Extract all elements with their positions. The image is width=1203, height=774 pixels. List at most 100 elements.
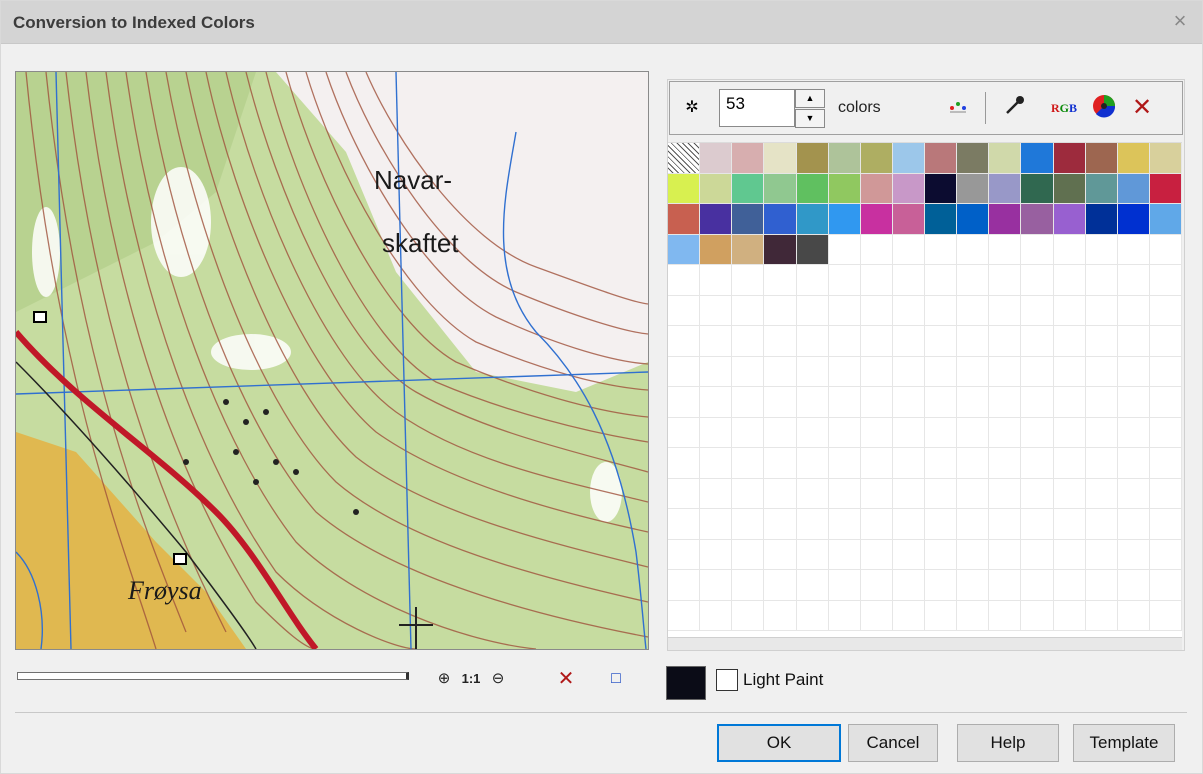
clear-selection-icon[interactable]: ✕ (555, 668, 577, 690)
template-button[interactable]: Template (1073, 724, 1175, 762)
palette-scrollbar[interactable] (668, 637, 1182, 650)
palette-color-swatch[interactable] (1053, 143, 1086, 174)
palette-color-swatch[interactable] (989, 143, 1022, 174)
palette-color-swatch[interactable] (860, 173, 893, 204)
palette-color-swatch[interactable] (1053, 173, 1086, 204)
stepper-up-icon[interactable]: ▲ (795, 89, 825, 108)
frame-icon[interactable]: □ (605, 668, 627, 690)
palette-color-swatch[interactable] (796, 234, 829, 265)
close-icon[interactable]: × (1166, 7, 1194, 35)
palette-color-swatch[interactable] (925, 143, 958, 174)
settings-gear-icon[interactable]: ✲ (678, 94, 706, 122)
palette-empty-cell (1053, 448, 1086, 479)
palette-color-swatch[interactable] (796, 173, 829, 204)
cancel-button[interactable]: Cancel (848, 724, 938, 762)
help-button[interactable]: Help (957, 724, 1059, 762)
palette-color-swatch[interactable] (764, 173, 797, 204)
palette-color-swatch[interactable] (764, 143, 797, 174)
palette-color-swatch[interactable] (700, 204, 733, 235)
palette-grid[interactable] (668, 142, 1182, 639)
palette-empty-cell (828, 234, 861, 265)
palette-color-swatch[interactable] (732, 234, 765, 265)
palette-color-swatch[interactable] (860, 143, 893, 174)
color-count-stepper[interactable]: ▲ ▼ (795, 89, 825, 128)
palette-color-swatch[interactable] (1117, 173, 1150, 204)
palette-color-swatch[interactable] (732, 204, 765, 235)
palette-color-swatch[interactable] (828, 143, 861, 174)
palette-color-swatch[interactable] (1085, 204, 1118, 235)
palette-empty-cell (1053, 509, 1086, 540)
palette-color-swatch[interactable] (1085, 173, 1118, 204)
palette-color-swatch[interactable] (925, 204, 958, 235)
palette-empty-cell (828, 417, 861, 448)
map-preview[interactable]: Navar- skaftet Frøysa (15, 71, 649, 650)
color-wheel-icon[interactable] (1090, 94, 1118, 122)
transparent-color-swatch[interactable] (668, 143, 701, 174)
palette-color-swatch[interactable] (989, 173, 1022, 204)
palette-dots-icon[interactable] (944, 94, 972, 122)
palette-color-swatch[interactable] (989, 204, 1022, 235)
eyedropper-icon[interactable] (1000, 94, 1028, 122)
rgb-icon[interactable]: RGB (1044, 94, 1084, 122)
palette-color-swatch[interactable] (764, 204, 797, 235)
palette-color-swatch[interactable] (892, 143, 925, 174)
map-label-navar: Navar- (374, 165, 452, 195)
palette-empty-cell (925, 448, 958, 479)
palette-color-swatch[interactable] (796, 204, 829, 235)
palette-empty-cell (764, 478, 797, 509)
palette-empty-cell (796, 448, 829, 479)
palette-color-swatch[interactable] (1021, 204, 1054, 235)
palette-color-swatch[interactable] (700, 234, 733, 265)
palette-color-swatch[interactable] (668, 204, 701, 235)
palette-color-swatch[interactable] (892, 204, 925, 235)
palette-color-swatch[interactable] (925, 173, 958, 204)
palette-color-swatch[interactable] (668, 234, 701, 265)
palette-color-swatch[interactable] (828, 204, 861, 235)
palette-empty-cell (1021, 295, 1054, 326)
palette-color-swatch[interactable] (957, 143, 990, 174)
palette-color-swatch[interactable] (700, 143, 733, 174)
zoom-out-icon[interactable]: ⊖ (487, 668, 509, 690)
zoom-one-to-one-button[interactable]: 1:1 (457, 668, 485, 690)
palette-color-swatch[interactable] (957, 204, 990, 235)
delete-palette-icon[interactable]: ✕ (1128, 94, 1156, 122)
palette-color-swatch[interactable] (1117, 204, 1150, 235)
palette-color-swatch[interactable] (796, 143, 829, 174)
light-paint-checkbox[interactable] (716, 669, 738, 691)
palette-color-swatch[interactable] (1053, 204, 1086, 235)
palette-empty-cell (989, 295, 1022, 326)
palette-empty-cell (1085, 387, 1118, 418)
palette-empty-cell (668, 539, 701, 570)
palette-empty-cell (700, 478, 733, 509)
palette-color-swatch[interactable] (1085, 143, 1118, 174)
palette-color-swatch[interactable] (860, 204, 893, 235)
palette-color-swatch[interactable] (828, 173, 861, 204)
palette-color-swatch[interactable] (668, 173, 701, 204)
palette-empty-cell (892, 265, 925, 296)
palette-color-swatch[interactable] (1149, 204, 1182, 235)
palette-empty-cell (1149, 356, 1182, 387)
palette-color-swatch[interactable] (1021, 143, 1054, 174)
palette-color-swatch[interactable] (892, 173, 925, 204)
palette-color-swatch[interactable] (1149, 143, 1182, 174)
palette-empty-cell (860, 295, 893, 326)
zoom-in-icon[interactable]: ⊕ (433, 668, 455, 690)
paint-color-swatch[interactable] (666, 666, 706, 700)
ok-button[interactable]: OK (717, 724, 841, 762)
zoom-slider[interactable] (17, 672, 409, 680)
stepper-down-icon[interactable]: ▼ (795, 109, 825, 128)
palette-empty-cell (796, 478, 829, 509)
palette-empty-cell (1021, 448, 1054, 479)
palette-color-swatch[interactable] (764, 234, 797, 265)
palette-empty-cell (1021, 387, 1054, 418)
palette-color-swatch[interactable] (1149, 173, 1182, 204)
palette-color-swatch[interactable] (957, 173, 990, 204)
color-count-label: colors (838, 99, 881, 116)
palette-color-swatch[interactable] (1117, 143, 1150, 174)
palette-color-swatch[interactable] (732, 143, 765, 174)
palette-empty-cell (989, 387, 1022, 418)
palette-color-swatch[interactable] (1021, 173, 1054, 204)
color-count-input[interactable]: 53 (719, 89, 795, 127)
palette-color-swatch[interactable] (732, 173, 765, 204)
palette-color-swatch[interactable] (700, 173, 733, 204)
